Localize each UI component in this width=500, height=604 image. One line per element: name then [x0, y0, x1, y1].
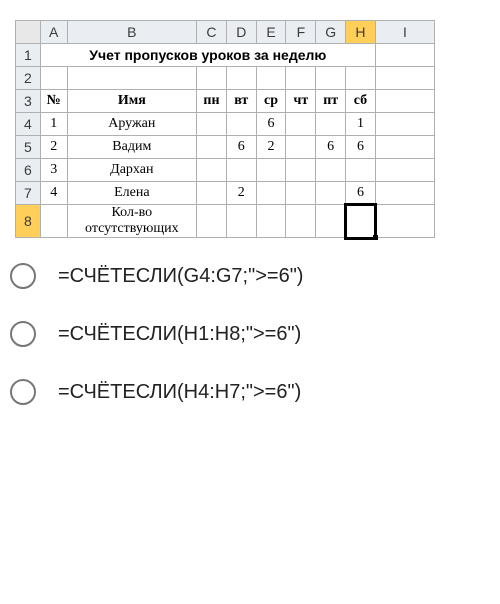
col-header-B: B	[67, 21, 196, 44]
col-header-I: I	[375, 21, 434, 44]
cell-C2	[197, 67, 227, 90]
cell-I6	[375, 159, 434, 182]
answer-text: =СЧЁТЕСЛИ(H4:H7;">=6")	[58, 381, 301, 404]
student-3-d2	[256, 182, 286, 205]
answer-option-0[interactable]: =СЧЁТЕСЛИ(G4:G7;">=6")	[10, 263, 500, 289]
row-header-7: 7	[16, 182, 41, 205]
answer-text: =СЧЁТЕСЛИ(G4:G7;">=6")	[58, 265, 303, 288]
cell-G8	[316, 205, 346, 238]
student-2-d5	[346, 159, 376, 182]
header-day-3: чт	[286, 90, 316, 113]
cell-E2	[256, 67, 286, 90]
row-header-3: 3	[16, 90, 41, 113]
row-header-4: 4	[16, 113, 41, 136]
student-1-name: Вадим	[67, 136, 196, 159]
row-header-2: 2	[16, 67, 41, 90]
header-day-1: вт	[226, 90, 256, 113]
student-3-n: 4	[40, 182, 67, 205]
student-1-d5: 6	[346, 136, 376, 159]
header-day-5: сб	[346, 90, 376, 113]
cell-I3	[375, 90, 434, 113]
student-3-d3	[286, 182, 316, 205]
student-3-d0	[197, 182, 227, 205]
col-header-G: G	[316, 21, 346, 44]
col-header-H: H	[346, 21, 376, 44]
student-2-d0	[197, 159, 227, 182]
student-2-d3	[286, 159, 316, 182]
student-1-d1: 6	[226, 136, 256, 159]
cell-H2	[346, 67, 376, 90]
header-name: Имя	[67, 90, 196, 113]
footer-label: Кол-во отсутствующих	[67, 205, 196, 238]
radio-icon	[10, 263, 36, 289]
row-header-5: 5	[16, 136, 41, 159]
row-header-1: 1	[16, 44, 41, 67]
cell-I1	[375, 44, 434, 67]
student-0-d2: 6	[256, 113, 286, 136]
student-0-d1	[226, 113, 256, 136]
col-header-F: F	[286, 21, 316, 44]
student-3-name: Елена	[67, 182, 196, 205]
student-2-d1	[226, 159, 256, 182]
cell-F8	[286, 205, 316, 238]
student-0-n: 1	[40, 113, 67, 136]
cell-I4	[375, 113, 434, 136]
cell-G2	[316, 67, 346, 90]
header-day-0: пн	[197, 90, 227, 113]
radio-icon	[10, 321, 36, 347]
student-0-d4	[316, 113, 346, 136]
col-header-C: C	[197, 21, 227, 44]
student-1-d0	[197, 136, 227, 159]
cell-D2	[226, 67, 256, 90]
student-0-d3	[286, 113, 316, 136]
student-3-d1: 2	[226, 182, 256, 205]
student-2-d4	[316, 159, 346, 182]
student-1-n: 2	[40, 136, 67, 159]
answer-text: =СЧЁТЕСЛИ(H1:H8;">=6")	[58, 323, 301, 346]
cell-E8	[256, 205, 286, 238]
col-header-A: A	[40, 21, 67, 44]
student-2-n: 3	[40, 159, 67, 182]
student-3-d4	[316, 182, 346, 205]
cell-C8	[197, 205, 227, 238]
answer-options: =СЧЁТЕСЛИ(G4:G7;">=6") =СЧЁТЕСЛИ(H1:H8;"…	[10, 263, 500, 405]
student-1-d2: 2	[256, 136, 286, 159]
student-0-d0	[197, 113, 227, 136]
row-header-6: 6	[16, 159, 41, 182]
cell-I2	[375, 67, 434, 90]
student-1-d4: 6	[316, 136, 346, 159]
cell-I7	[375, 182, 434, 205]
cell-D8	[226, 205, 256, 238]
header-num: №	[40, 90, 67, 113]
header-day-4: пт	[316, 90, 346, 113]
radio-icon	[10, 379, 36, 405]
active-cell-H8	[346, 205, 376, 238]
header-day-2: ср	[256, 90, 286, 113]
cell-A2	[40, 67, 67, 90]
cell-B2	[67, 67, 196, 90]
student-0-name: Аружан	[67, 113, 196, 136]
row-header-8: 8	[16, 205, 41, 238]
answer-option-1[interactable]: =СЧЁТЕСЛИ(H1:H8;">=6")	[10, 321, 500, 347]
student-2-name: Дархан	[67, 159, 196, 182]
spreadsheet-screenshot: A B C D E F G H I 1 Учет пропусков уроко…	[15, 20, 435, 238]
cell-I8	[375, 205, 434, 238]
cell-A8	[40, 205, 67, 238]
answer-option-2[interactable]: =СЧЁТЕСЛИ(H4:H7;">=6")	[10, 379, 500, 405]
spreadsheet-grid: A B C D E F G H I 1 Учет пропусков уроко…	[15, 20, 435, 238]
col-header-D: D	[226, 21, 256, 44]
student-2-d2	[256, 159, 286, 182]
select-all-corner	[16, 21, 41, 44]
cell-I5	[375, 136, 434, 159]
student-0-d5: 1	[346, 113, 376, 136]
student-3-d5: 6	[346, 182, 376, 205]
cell-F2	[286, 67, 316, 90]
student-1-d3	[286, 136, 316, 159]
col-header-E: E	[256, 21, 286, 44]
title-cell: Учет пропусков уроков за неделю	[40, 44, 375, 67]
